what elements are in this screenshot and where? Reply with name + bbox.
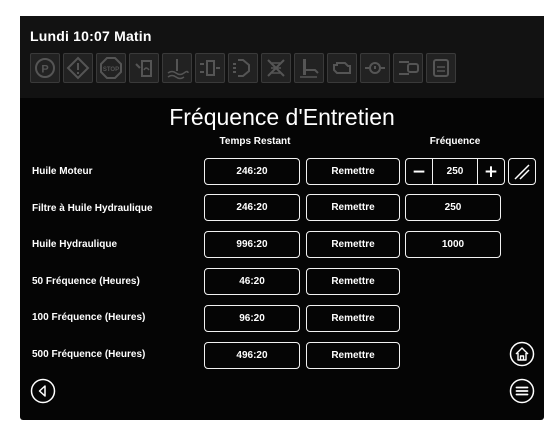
display-screen: Lundi 10:07 Matin P STOP Fréquence d'Ent… xyxy=(20,16,544,420)
remaining-time-500-hour: 496:20 xyxy=(204,342,300,369)
reset-button-hydraulic-oil-filter[interactable]: Remettre xyxy=(306,194,400,221)
svg-text:STOP: STOP xyxy=(103,67,119,73)
frequency-value-hydraulic-oil-filter[interactable]: 250 xyxy=(405,194,501,221)
frequency-value-hydraulic-oil[interactable]: 1000 xyxy=(405,231,501,258)
row-label-hydraulic-oil: Huile Hydraulique xyxy=(32,239,118,250)
back-button[interactable] xyxy=(30,378,56,404)
reset-button-500-hour[interactable]: Remettre xyxy=(306,342,400,369)
frequency-value-engine-oil: 250 xyxy=(432,159,478,184)
hydraulic-filter-icon xyxy=(393,53,423,83)
column-header-remaining: Temps Restant xyxy=(219,136,291,147)
hydraulic-oil-level-icon xyxy=(294,53,324,83)
page-title: Fréquence d'Entretien xyxy=(169,104,395,130)
clock: Lundi 10:07 Matin xyxy=(30,28,152,44)
home-icon xyxy=(509,341,535,367)
menu-icon xyxy=(509,378,535,404)
stop-icon: STOP xyxy=(96,53,126,83)
oil-pressure-icon xyxy=(360,53,390,83)
menu-button[interactable] xyxy=(509,378,535,404)
reset-button-50-hour[interactable]: Remettre xyxy=(306,268,400,295)
reset-button-engine-oil[interactable]: Remettre xyxy=(306,158,400,185)
frequency-stepper-engine-oil: − 250 + xyxy=(405,158,505,185)
row-label-500-hour-frequency: 500 Fréquence (Heures) xyxy=(32,349,146,360)
parking-brake-icon: P xyxy=(30,53,60,83)
remaining-time-engine-oil: 246:20 xyxy=(204,158,300,185)
row-label-engine-oil: Huile Moteur xyxy=(32,166,93,177)
battery-charge-icon xyxy=(195,53,225,83)
warning-icon xyxy=(63,53,93,83)
fuel-level-icon xyxy=(129,53,159,83)
row-label-100-hour-frequency: 100 Fréquence (Heures) xyxy=(32,312,146,323)
increment-button[interactable]: + xyxy=(478,159,504,184)
edit-icon xyxy=(514,163,530,180)
edit-button[interactable] xyxy=(508,158,536,185)
reset-button-hydraulic-oil[interactable]: Remettre xyxy=(306,231,400,258)
remaining-time-50-hour: 46:20 xyxy=(204,268,300,295)
row-label-50-hour-frequency: 50 Fréquence (Heures) xyxy=(32,276,140,287)
home-button[interactable] xyxy=(509,341,535,367)
maintenance-icon xyxy=(426,53,456,83)
remaining-time-hydraulic-oil: 996:20 xyxy=(204,231,300,258)
remaining-time-100-hour: 96:20 xyxy=(204,305,300,332)
column-header-frequency: Fréquence xyxy=(429,136,481,147)
row-label-hydraulic-oil-filter: Filtre à Huile Hydraulique xyxy=(32,203,153,214)
decrement-button[interactable]: − xyxy=(406,159,432,184)
back-icon xyxy=(30,378,56,404)
preheat-icon xyxy=(228,53,258,83)
air-filter-icon xyxy=(261,53,291,83)
reset-button-100-hour[interactable]: Remettre xyxy=(306,305,400,332)
engine-check-icon xyxy=(327,53,357,83)
svg-text:P: P xyxy=(41,64,48,76)
status-bar: Lundi 10:07 Matin P STOP xyxy=(20,16,544,98)
coolant-temperature-icon xyxy=(162,53,192,83)
remaining-time-hydraulic-oil-filter: 246:20 xyxy=(204,194,300,221)
